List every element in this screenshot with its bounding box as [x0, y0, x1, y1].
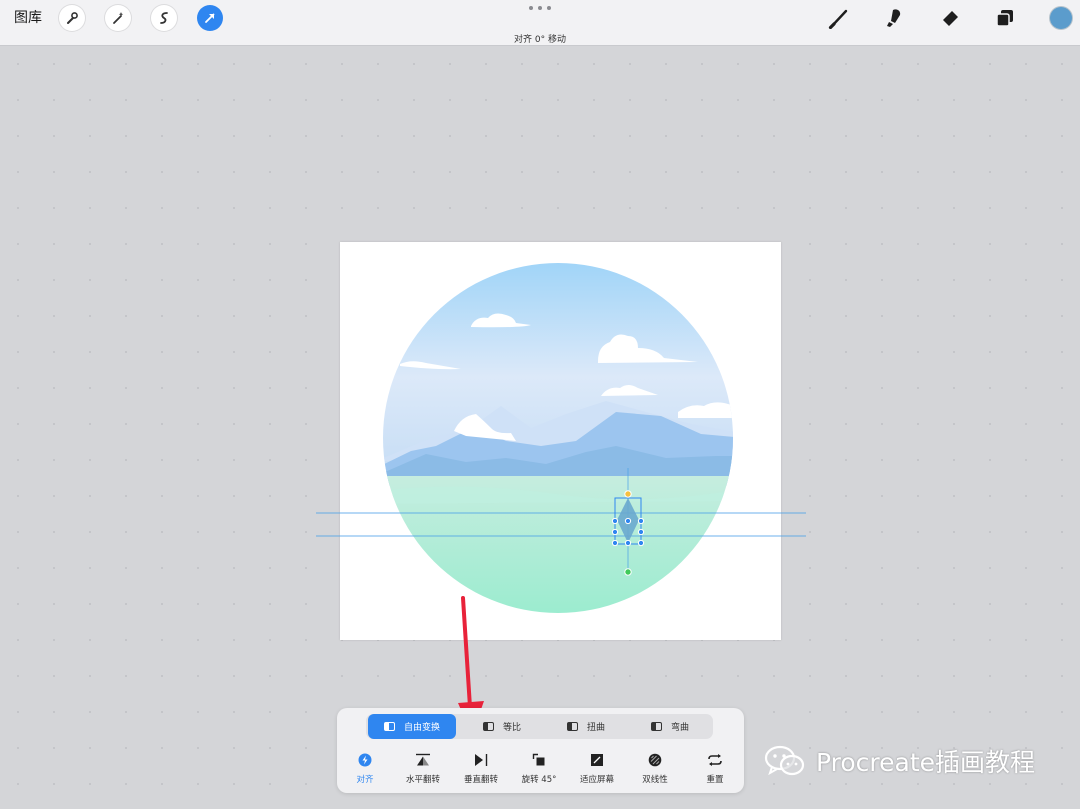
- tab-warp-label: 弯曲: [670, 723, 689, 733]
- tab-uniform-label: 等比: [502, 723, 521, 733]
- tab-distort[interactable]: 扭曲: [546, 714, 626, 739]
- reset-icon: [707, 752, 723, 768]
- transform-arrow-icon[interactable]: [197, 5, 223, 31]
- flip-horizontal-icon: [415, 752, 431, 768]
- flip-horizontal-button[interactable]: 水平翻转: [393, 752, 453, 785]
- tab-freeform-label: 自由变换: [403, 723, 440, 733]
- selection-icon[interactable]: [151, 5, 177, 31]
- snap-icon: [357, 752, 373, 768]
- layers-icon[interactable]: [992, 5, 1018, 31]
- interpolation-label: 双线性: [642, 775, 668, 785]
- interpolation-button[interactable]: 双线性: [625, 752, 685, 785]
- fit-screen-icon: [589, 752, 605, 768]
- wechat-icon: [764, 745, 805, 776]
- tab-warp[interactable]: 弯曲: [630, 714, 710, 739]
- gallery-button[interactable]: 图库: [14, 8, 42, 28]
- rotate-45-button[interactable]: 旋转 45°: [509, 752, 569, 785]
- warp-mode-icon: [650, 722, 662, 731]
- menu-grip-icon[interactable]: [529, 6, 551, 12]
- transform-mode-tabs: 自由变换 等比 扭曲 弯曲: [366, 714, 713, 739]
- flip-vertical-icon: [473, 752, 489, 768]
- reset-label: 重置: [706, 775, 724, 785]
- eraser-icon[interactable]: [937, 5, 963, 31]
- wrench-icon[interactable]: [59, 5, 85, 31]
- snap-label: 对齐: [356, 775, 374, 785]
- color-swatch[interactable]: [1050, 7, 1072, 29]
- smudge-icon[interactable]: [882, 5, 908, 31]
- reset-button[interactable]: 重置: [685, 752, 745, 785]
- rotate-icon: [531, 752, 547, 768]
- watermark: Procreate插画教程: [764, 743, 1035, 779]
- uniform-mode-icon: [482, 722, 494, 731]
- transform-status-text: 对齐 0° 移动: [514, 35, 566, 45]
- flip-vertical-label: 垂直翻转: [463, 775, 498, 785]
- freeform-mode-icon: [383, 722, 395, 731]
- tab-distort-label: 扭曲: [586, 723, 605, 733]
- interpolation-icon: [647, 752, 663, 768]
- landscape-illustration: [316, 263, 806, 613]
- watermark-text: Procreate插画教程: [816, 748, 1036, 777]
- fit-screen-button[interactable]: 适应屏幕: [567, 752, 627, 785]
- brush-icon[interactable]: [826, 5, 852, 31]
- tab-freeform[interactable]: 自由变换: [368, 714, 456, 739]
- magic-wand-icon[interactable]: [105, 5, 131, 31]
- transform-panel: 自由变换 等比 扭曲 弯曲 对齐 水平翻转 垂直翻转 旋转 45° 适应屏幕 双…: [337, 708, 744, 793]
- snap-button[interactable]: 对齐: [335, 752, 395, 785]
- flip-vertical-button[interactable]: 垂直翻转: [451, 752, 511, 785]
- transform-actions: 对齐 水平翻转 垂直翻转 旋转 45° 适应屏幕 双线性 重置: [337, 752, 744, 788]
- fit-screen-label: 适应屏幕: [579, 775, 614, 785]
- tab-uniform[interactable]: 等比: [462, 714, 542, 739]
- flip-horizontal-label: 水平翻转: [405, 775, 440, 785]
- rotate-45-label: 旋转 45°: [521, 775, 557, 785]
- top-toolbar: 图库 对齐 0° 移动: [0, 0, 1080, 46]
- distort-mode-icon: [566, 722, 578, 731]
